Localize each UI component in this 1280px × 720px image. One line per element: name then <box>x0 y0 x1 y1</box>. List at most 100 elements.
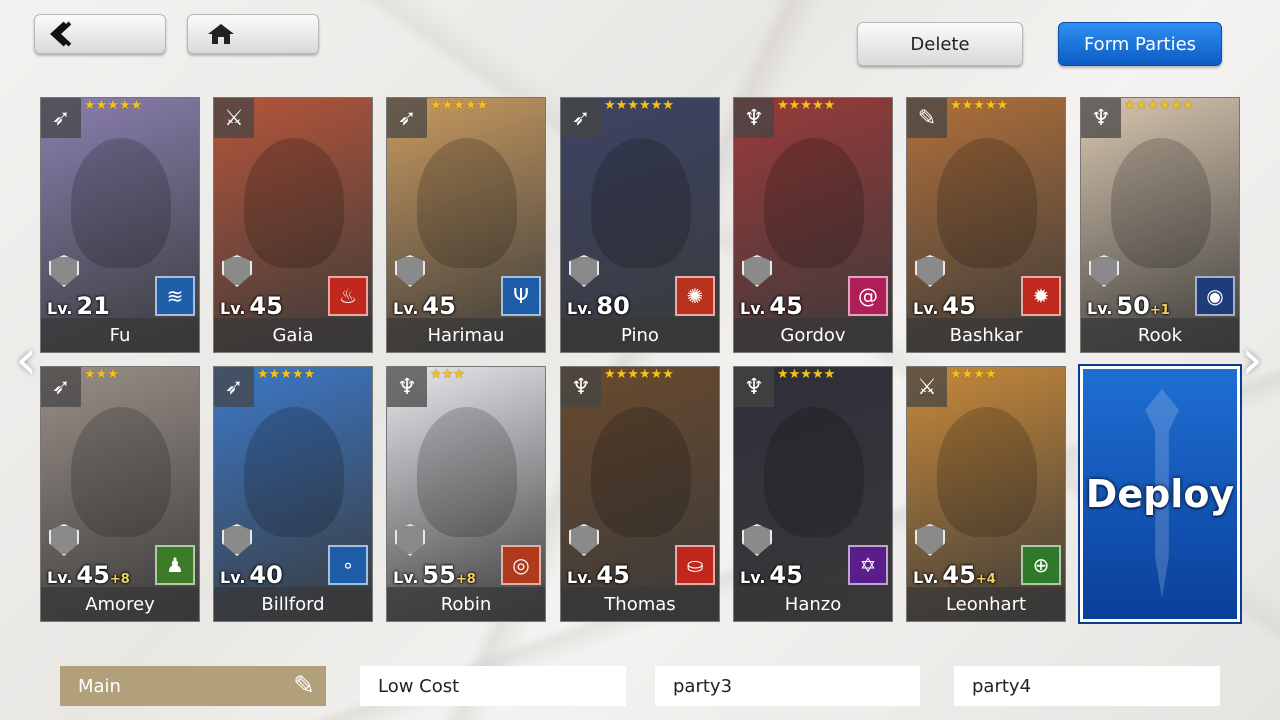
element-icon: ♟ <box>155 545 195 585</box>
level-display: Lv. 55+8 <box>393 561 476 589</box>
character-card[interactable]: ⚔ ♨ Lv. 45 Gaia <box>213 97 373 353</box>
class-icon: ♆ <box>734 98 774 138</box>
level-value: 55 <box>422 561 456 589</box>
character-card[interactable]: ➶ ★★★★★ ∘ Lv. 40 Billford <box>213 366 373 622</box>
level-display: Lv. 21 <box>47 292 110 320</box>
level-value: 80 <box>596 292 630 320</box>
delete-button[interactable]: Delete <box>857 22 1023 66</box>
party-tab-low-cost[interactable]: Low Cost <box>360 666 626 706</box>
party-tab-main[interactable]: Main ✎ <box>60 666 326 706</box>
class-icon: ♆ <box>734 367 774 407</box>
character-name: Gordov <box>734 318 892 352</box>
class-icon: ➶ <box>387 98 427 138</box>
rarity-stars: ★★★★★★ <box>1124 98 1194 113</box>
rarity-stars: ★★★★★★ <box>604 98 674 113</box>
rarity-stars: ★★★ <box>84 367 119 382</box>
party-tab-party3[interactable]: party3 <box>655 666 920 706</box>
class-icon: ⚔ <box>907 367 947 407</box>
level-display: Lv. 45 <box>567 561 630 589</box>
character-name: Hanzo <box>734 587 892 621</box>
element-icon: @ <box>848 276 888 316</box>
character-card[interactable]: ♆ ★★★★★★ ◉ Lv. 50+1 Rook <box>1080 97 1240 353</box>
character-name: Amorey <box>41 587 199 621</box>
class-icon: ♆ <box>387 367 427 407</box>
level-value: 45 <box>596 561 630 589</box>
character-card[interactable]: ♆ ★★★★★★ ⛀ Lv. 45 Thomas <box>560 366 720 622</box>
level-display: Lv. 45 <box>913 292 976 320</box>
home-button[interactable] <box>187 14 319 54</box>
element-icon: ◉ <box>1195 276 1235 316</box>
rarity-stars: ★★★ <box>430 367 465 382</box>
character-name: Pino <box>561 318 719 352</box>
level-display: Lv. 45+8 <box>47 561 130 589</box>
back-button[interactable] <box>34 14 166 54</box>
chevron-right-icon[interactable]: › <box>1232 330 1272 390</box>
character-card[interactable]: ⚔ ★★★★ ⊕ Lv. 45+4 Leonhart <box>906 366 1066 622</box>
element-icon: ✡ <box>848 545 888 585</box>
character-name: Billford <box>214 587 372 621</box>
class-icon: ➶ <box>41 98 81 138</box>
rarity-stars: ★★★★★ <box>257 367 316 382</box>
element-icon: ≋ <box>155 276 195 316</box>
party-label: party3 <box>673 675 733 697</box>
level-value: 45 <box>942 561 976 589</box>
element-icon: ⛀ <box>675 545 715 585</box>
level-bonus: +1 <box>1149 303 1170 318</box>
character-name: Robin <box>387 587 545 621</box>
level-value: 45 <box>249 292 283 320</box>
pencil-icon[interactable]: ✎ <box>288 670 320 702</box>
level-display: Lv. 45 <box>220 292 283 320</box>
level-display: Lv. 40 <box>220 561 283 589</box>
character-name: Gaia <box>214 318 372 352</box>
character-card[interactable]: ✎ ★★★★★ ✹ Lv. 45 Bashkar <box>906 97 1066 353</box>
character-card[interactable]: ♆ ★★★ ◎ Lv. 55+8 Robin <box>386 366 546 622</box>
party-tab-party4[interactable]: party4 <box>954 666 1220 706</box>
rarity-stars: ★★★★ <box>950 367 997 382</box>
element-icon: ✺ <box>675 276 715 316</box>
character-name: Rook <box>1081 318 1239 352</box>
rarity-stars: ★★★★★ <box>84 98 143 113</box>
rarity-stars: ★★★★★★ <box>604 367 674 382</box>
class-icon: ♆ <box>561 367 601 407</box>
class-icon: ⚔ <box>214 98 254 138</box>
element-icon: ✹ <box>1021 276 1061 316</box>
level-display: Lv. 50+1 <box>1087 292 1170 320</box>
form-parties-button[interactable]: Form Parties <box>1058 22 1222 66</box>
character-card[interactable]: ♆ ★★★★★ ✡ Lv. 45 Hanzo <box>733 366 893 622</box>
deploy-button[interactable]: Deploy <box>1078 364 1242 624</box>
home-icon <box>208 24 234 44</box>
level-value: 45 <box>942 292 976 320</box>
character-card[interactable]: ♆ ★★★★★ @ Lv. 45 Gordov <box>733 97 893 353</box>
rarity-stars: ★★★★★ <box>777 98 836 113</box>
deploy-label: Deploy <box>1085 472 1235 516</box>
character-card[interactable]: ➶ ★★★★★ Ψ Lv. 45 Harimau <box>386 97 546 353</box>
chevron-left-icon[interactable]: ‹ <box>6 330 46 390</box>
element-icon: ∘ <box>328 545 368 585</box>
level-value: 45 <box>76 561 110 589</box>
level-value: 45 <box>422 292 456 320</box>
class-icon: ➶ <box>41 367 81 407</box>
character-name: Harimau <box>387 318 545 352</box>
element-icon: ♨ <box>328 276 368 316</box>
level-bonus: +8 <box>455 572 476 587</box>
rarity-stars: ★★★★★ <box>777 367 836 382</box>
class-icon: ➶ <box>561 98 601 138</box>
level-display: Lv. 45 <box>740 292 803 320</box>
rarity-stars: ★★★★★ <box>950 98 1009 113</box>
level-value: 40 <box>249 561 283 589</box>
level-display: Lv. 80 <box>567 292 630 320</box>
level-value: 50 <box>1116 292 1150 320</box>
level-bonus: +4 <box>975 572 996 587</box>
rarity-stars: ★★★★★ <box>430 98 489 113</box>
level-display: Lv. 45 <box>740 561 803 589</box>
character-card[interactable]: ➶ ★★★★★ ≋ Lv. 21 Fu <box>40 97 200 353</box>
class-icon: ➶ <box>214 367 254 407</box>
character-name: Bashkar <box>907 318 1065 352</box>
party-label: Main <box>78 675 121 697</box>
level-value: 45 <box>769 561 803 589</box>
character-name: Fu <box>41 318 199 352</box>
character-card[interactable]: ➶ ★★★ ♟ Lv. 45+8 Amorey <box>40 366 200 622</box>
character-card[interactable]: ➶ ★★★★★★ ✺ Lv. 80 Pino <box>560 97 720 353</box>
level-value: 45 <box>769 292 803 320</box>
level-display: Lv. 45+4 <box>913 561 996 589</box>
